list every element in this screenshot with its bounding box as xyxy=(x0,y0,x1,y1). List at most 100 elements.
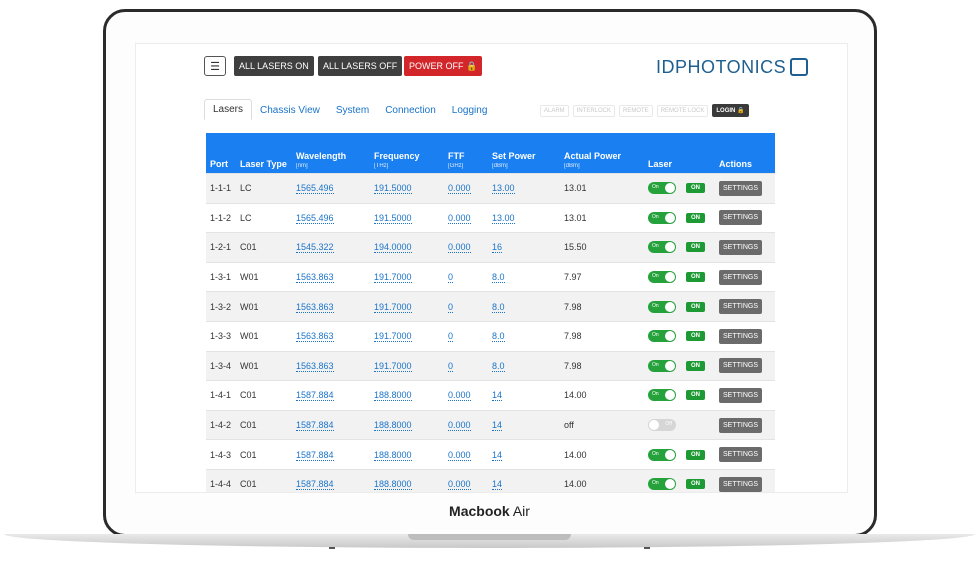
app-screen: ☰ ALL LASERS ON ALL LASERS OFF POWER OFF… xyxy=(136,44,847,492)
menu-button[interactable]: ☰ xyxy=(204,56,226,76)
frequency-link[interactable]: 188.8000 xyxy=(374,420,412,432)
frequency-link[interactable]: 191.7000 xyxy=(374,331,412,343)
frequency-link[interactable]: 191.7000 xyxy=(374,301,412,313)
ftf-link[interactable]: 0.000 xyxy=(448,449,471,461)
laser-toggle[interactable]: On xyxy=(648,330,676,343)
set-power-link[interactable]: 13.00 xyxy=(492,183,515,195)
lock-icon: 🔒 xyxy=(737,108,745,114)
settings-button[interactable]: SETTINGS xyxy=(719,210,763,226)
tab-system[interactable]: System xyxy=(328,101,377,120)
set-power-link[interactable]: 16 xyxy=(492,242,503,254)
tab-logging[interactable]: Logging xyxy=(444,101,496,120)
remote-indicator: REMOTE xyxy=(619,104,653,117)
toggle-knob xyxy=(665,331,675,342)
ftf-link[interactable]: 0.000 xyxy=(448,183,471,195)
ftf-link[interactable]: 0.000 xyxy=(448,479,471,491)
laser-toggle[interactable]: On xyxy=(648,211,676,224)
power-off-button[interactable]: POWER OFF 🔒 xyxy=(404,56,483,76)
ftf-link[interactable]: 0 xyxy=(448,360,454,372)
ftf-link[interactable]: 0 xyxy=(448,272,454,284)
tab-connection[interactable]: Connection xyxy=(377,101,444,120)
table-row: 1-3-4 W01 1563.863 191.7000 0 8.0 7.98 On ON SETT… xyxy=(206,350,775,381)
frequency-link[interactable]: 191.7000 xyxy=(374,360,412,372)
cell-actual-power: 13.01 xyxy=(560,202,644,233)
laser-toggle[interactable]: On xyxy=(648,300,676,313)
settings-button[interactable]: SETTINGS xyxy=(719,476,763,492)
set-power-link[interactable]: 13.00 xyxy=(492,212,515,224)
frequency-link[interactable]: 194.0000 xyxy=(374,242,412,254)
frequency-link[interactable]: 191.5000 xyxy=(374,183,412,195)
wavelength-link[interactable]: 1587.884 xyxy=(296,420,334,432)
frequency-unit: [THz] xyxy=(374,163,389,169)
ftf-link[interactable]: 0 xyxy=(448,331,454,343)
wavelength-link[interactable]: 1587.884 xyxy=(296,390,334,402)
toggle-knob xyxy=(665,242,675,253)
table-row: 1-2-1 C01 1545.322 194.0000 0.000 16 15.50 On ON… xyxy=(206,232,775,263)
tab-chassis-view[interactable]: Chassis View xyxy=(252,101,328,120)
wavelength-link[interactable]: 1545.322 xyxy=(296,242,334,254)
settings-button[interactable]: SETTINGS xyxy=(719,328,763,344)
laser-toggle[interactable]: On xyxy=(648,389,676,402)
set-power-link[interactable]: 14 xyxy=(492,479,503,491)
set-power-link[interactable]: 14 xyxy=(492,449,503,461)
laptop-foot xyxy=(644,547,650,549)
settings-button[interactable]: SETTINGS xyxy=(719,387,763,403)
set-power-link[interactable]: 8.0 xyxy=(492,360,505,372)
ftf-link[interactable]: 0.000 xyxy=(448,212,471,224)
wavelength-link[interactable]: 1587.884 xyxy=(296,449,334,461)
settings-button[interactable]: SETTINGS xyxy=(719,180,763,196)
laser-toggle[interactable]: On xyxy=(648,241,676,254)
settings-button[interactable]: SETTINGS xyxy=(719,299,763,315)
settings-button[interactable]: SETTINGS xyxy=(719,239,763,255)
cell-laser: On ON xyxy=(644,261,715,292)
all-lasers-on-button[interactable]: ALL LASERS ON xyxy=(234,56,314,76)
set-power-link[interactable]: 14 xyxy=(492,390,503,402)
frequency-link[interactable]: 188.8000 xyxy=(374,449,412,461)
ftf-link[interactable]: 0.000 xyxy=(448,420,471,432)
laser-toggle[interactable]: On xyxy=(648,271,676,284)
wavelength-link[interactable]: 1563.863 xyxy=(296,331,334,343)
set-power-header: Set Power xyxy=(492,151,536,161)
frequency-link[interactable]: 191.5000 xyxy=(374,212,412,224)
set-power-link[interactable]: 8.0 xyxy=(492,272,505,284)
alarm-indicator: ALARM xyxy=(540,104,569,117)
settings-button[interactable]: SETTINGS xyxy=(719,269,763,285)
frequency-link[interactable]: 191.7000 xyxy=(374,272,412,284)
wavelength-link[interactable]: 1587.884 xyxy=(296,479,334,491)
set-power-link[interactable]: 8.0 xyxy=(492,301,505,313)
laser-toggle[interactable]: On xyxy=(648,478,676,491)
actual-power-unit: [dBm] xyxy=(564,163,580,169)
settings-button[interactable]: SETTINGS xyxy=(719,417,763,433)
laser-toggle[interactable]: On xyxy=(648,359,676,372)
wavelength-link[interactable]: 1563.863 xyxy=(296,360,334,372)
frequency-link[interactable]: 188.8000 xyxy=(374,479,412,491)
toggle-knob xyxy=(665,272,675,283)
login-button[interactable]: LOGIN 🔒 xyxy=(712,104,749,117)
on-status-badge: ON xyxy=(686,449,705,460)
ftf-link[interactable]: 0 xyxy=(448,301,454,313)
table-row: 1-4-2 C01 1587.884 188.8000 0.000 14 off Off SET… xyxy=(206,409,775,440)
wavelength-link[interactable]: 1563.863 xyxy=(296,301,334,313)
cell-laser: On ON xyxy=(644,380,715,411)
ftf-link[interactable]: 0.000 xyxy=(448,242,471,254)
ftf-unit: [GHz] xyxy=(448,163,464,169)
ftf-link[interactable]: 0.000 xyxy=(448,390,471,402)
cell-laser-type: C01 xyxy=(236,409,292,440)
laser-toggle[interactable]: On xyxy=(648,448,676,461)
tab-lasers[interactable]: Lasers xyxy=(204,99,253,120)
cell-laser-type: C01 xyxy=(236,232,292,263)
laser-toggle[interactable]: On xyxy=(648,182,676,195)
wavelength-link[interactable]: 1565.496 xyxy=(296,183,334,195)
wavelength-link[interactable]: 1565.496 xyxy=(296,212,334,224)
set-power-link[interactable]: 14 xyxy=(492,420,503,432)
device-label: Macbook Air xyxy=(0,503,979,519)
laser-toggle[interactable]: Off xyxy=(648,419,676,432)
settings-button[interactable]: SETTINGS xyxy=(719,447,763,463)
hamburger-icon: ☰ xyxy=(210,60,220,73)
settings-button[interactable]: SETTINGS xyxy=(719,358,763,374)
all-lasers-off-button[interactable]: ALL LASERS OFF xyxy=(318,56,403,76)
wavelength-link[interactable]: 1563.863 xyxy=(296,272,334,284)
set-power-link[interactable]: 8.0 xyxy=(492,331,505,343)
cell-laser: On ON xyxy=(644,232,715,263)
frequency-link[interactable]: 188.8000 xyxy=(374,390,412,402)
